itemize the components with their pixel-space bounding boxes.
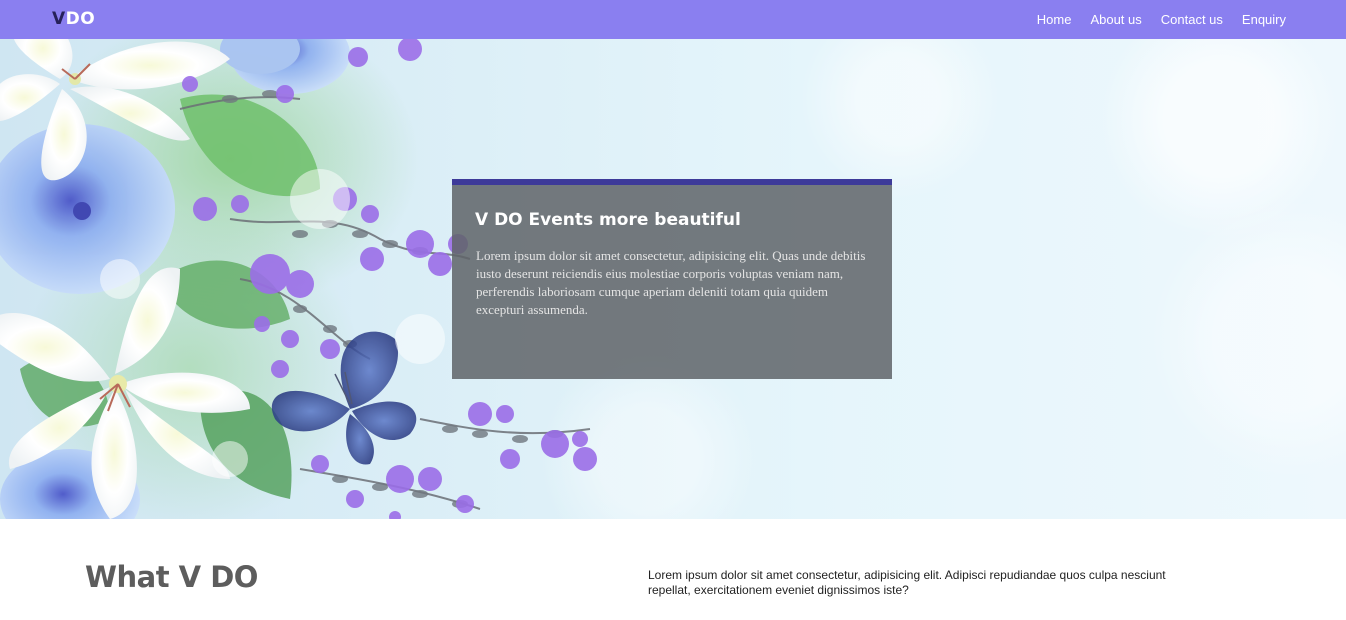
hero-banner: V DO Events more beautiful Lorem ipsum d… [0, 39, 1346, 519]
hero-card-text: Lorem ipsum dolor sit amet consectetur, … [476, 248, 866, 317]
navbar: VDO Home About us Contact us Enquiry [0, 0, 1346, 39]
about-section-title: What V DO [85, 560, 258, 594]
logo-do: DO [65, 9, 96, 29]
nav-link-enquiry[interactable]: Enquiry [1242, 12, 1286, 27]
logo-v: V [52, 9, 66, 29]
nav-links: Home About us Contact us Enquiry [1037, 0, 1286, 39]
nav-link-about-us[interactable]: About us [1090, 12, 1141, 27]
about-section-text: Lorem ipsum dolor sit amet consectetur, … [648, 568, 1166, 597]
nav-link-home[interactable]: Home [1037, 12, 1072, 27]
nav-link-contact-us[interactable]: Contact us [1161, 12, 1223, 27]
hero-card-title: V DO Events more beautiful [475, 210, 741, 230]
hero-info-card: V DO Events more beautiful Lorem ipsum d… [452, 179, 892, 379]
site-logo[interactable]: VDO [52, 9, 95, 29]
